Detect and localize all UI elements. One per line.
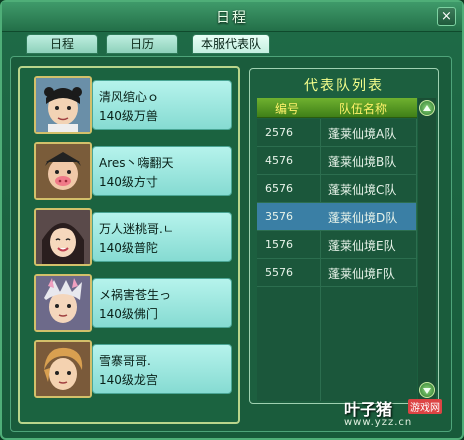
member-item[interactable]: 清风绾心ｏ 140级万兽: [34, 76, 232, 134]
team-list-panel: 代表队列表 编号 队伍名称 2576 蓬莱仙境A队 4576 蓬莱仙境B队 65…: [249, 68, 439, 404]
team-name: 蓬莱仙境B队: [328, 155, 397, 169]
header-name: 队伍名称: [339, 102, 388, 116]
table-row[interactable]: 2576 蓬莱仙境A队: [257, 119, 417, 147]
member-name: 雪寨哥哥.: [99, 354, 151, 368]
member-item[interactable]: 雪寨哥哥. 140级龙宫: [34, 340, 232, 398]
member-name: メ祸害苍生っ: [99, 288, 172, 302]
tab-server-team[interactable]: 本服代表队: [192, 34, 270, 54]
table-row[interactable]: 6576 蓬莱仙境C队: [257, 175, 417, 203]
avatar: [34, 340, 92, 398]
team-table: 2576 蓬莱仙境A队 4576 蓬莱仙境B队 6576 蓬莱仙境C队 3576…: [257, 119, 417, 401]
team-name: 蓬莱仙境C队: [328, 183, 397, 197]
watermark: 叶子猪 游戏网 www.yzz.cn: [340, 396, 460, 436]
team-id: 4576: [265, 154, 293, 167]
team-name: 蓬莱仙境D队: [328, 211, 398, 225]
team-name: 蓬莱仙境E队: [328, 239, 396, 253]
avatar: [34, 208, 92, 266]
header-id: 编号: [275, 102, 300, 116]
tab-calendar[interactable]: 日历: [106, 34, 178, 54]
window-title: 日程: [216, 10, 248, 26]
member-card: メ祸害苍生っ 140级佛门: [92, 278, 232, 328]
member-item[interactable]: 万人迷桃哥.ㄴ 140级普陀: [34, 208, 232, 266]
scrollbar[interactable]: [418, 98, 436, 400]
team-id: 6576: [265, 182, 293, 195]
avatar: [34, 274, 92, 332]
member-card: Ares丶嗨翻天 140级方寸: [92, 146, 232, 196]
table-row[interactable]: 4576 蓬莱仙境B队: [257, 147, 417, 175]
scroll-up-button[interactable]: [419, 100, 435, 116]
member-level: 140级佛门: [99, 307, 158, 321]
member-level: 140级万兽: [99, 109, 158, 123]
member-panel: 清风绾心ｏ 140级万兽 Ares丶嗨翻天 140级方寸 万人迷桃哥.ㄴ 140…: [18, 66, 240, 424]
close-button[interactable]: ×: [437, 7, 456, 26]
watermark-url: www.yzz.cn: [344, 417, 413, 428]
member-card: 万人迷桃哥.ㄴ 140级普陀: [92, 212, 232, 262]
member-level: 140级龙宫: [99, 373, 158, 387]
team-id: 2576: [265, 126, 293, 139]
avatar: [34, 142, 92, 200]
team-id: 3576: [265, 210, 293, 223]
titlebar: 日程 ×: [2, 2, 462, 32]
member-card: 清风绾心ｏ 140级万兽: [92, 80, 232, 130]
table-row[interactable]: 1576 蓬莱仙境E队: [257, 231, 417, 259]
team-list-title: 代表队列表: [304, 78, 384, 94]
tab-schedule[interactable]: 日程: [26, 34, 98, 54]
member-item[interactable]: メ祸害苍生っ 140级佛门: [34, 274, 232, 332]
member-level: 140级方寸: [99, 175, 158, 189]
team-name: 蓬莱仙境F队: [328, 267, 395, 281]
member-name: 清风绾心ｏ: [99, 90, 160, 104]
team-id: 5576: [265, 266, 293, 279]
arrow-up-icon: [423, 105, 431, 111]
member-card: 雪寨哥哥. 140级龙宫: [92, 344, 232, 394]
watermark-tag: 游戏网: [408, 399, 442, 414]
arrow-down-icon: [423, 388, 431, 394]
close-icon: ×: [441, 9, 452, 24]
table-row-selected[interactable]: 3576 蓬莱仙境D队: [257, 203, 417, 231]
member-name: Ares丶嗨翻天: [99, 156, 174, 170]
member-level: 140级普陀: [99, 241, 158, 255]
member-name: 万人迷桃哥.ㄴ: [99, 222, 174, 236]
member-item[interactable]: Ares丶嗨翻天 140级方寸: [34, 142, 232, 200]
table-row[interactable]: 5576 蓬莱仙境F队: [257, 259, 417, 287]
team-name: 蓬莱仙境A队: [328, 127, 397, 141]
team-id: 1576: [265, 238, 293, 251]
table-header: 编号 队伍名称: [257, 98, 417, 118]
avatar: [34, 76, 92, 134]
